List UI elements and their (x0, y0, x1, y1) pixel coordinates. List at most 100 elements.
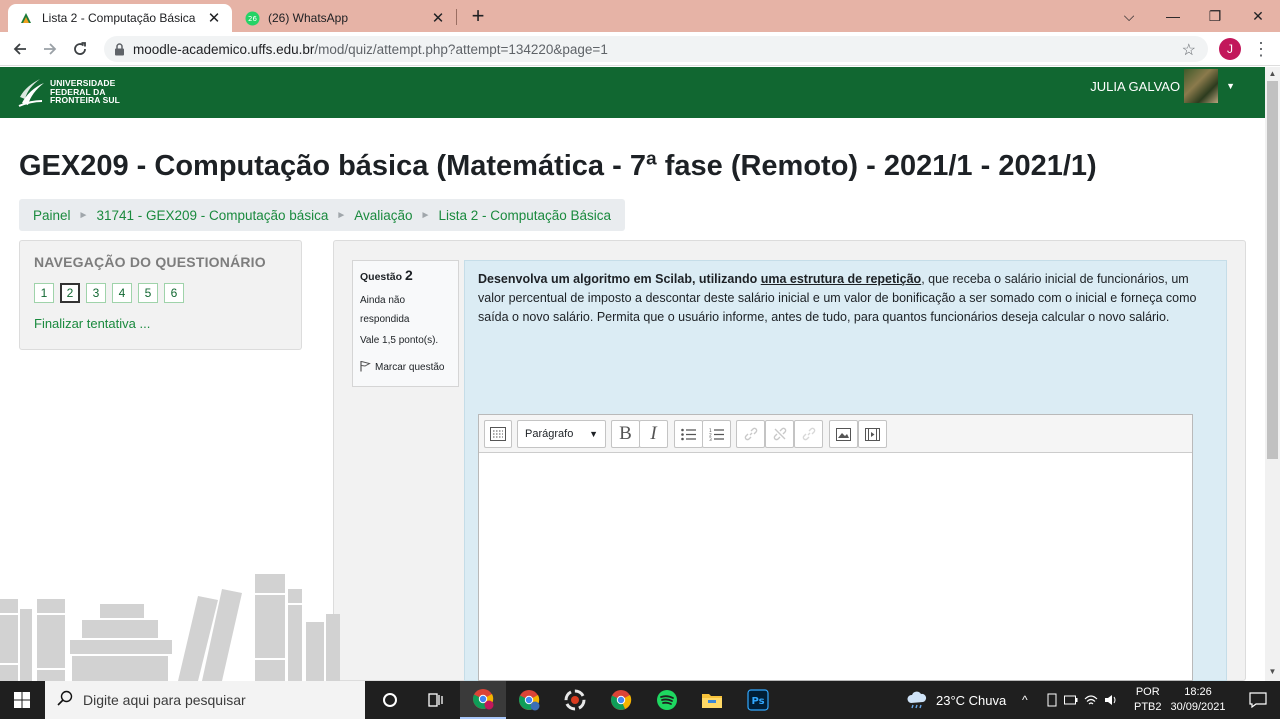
question-button-2[interactable]: 2 (60, 283, 80, 303)
photoshop-icon[interactable]: Ps (735, 681, 781, 719)
ordered-list-icon[interactable]: 123 (702, 420, 731, 448)
bookmark-star-icon[interactable]: ☆ (1182, 40, 1196, 60)
chrome-taskbar-icon[interactable] (598, 681, 644, 719)
insert-image-icon[interactable] (829, 420, 858, 448)
search-icon (57, 690, 73, 710)
question-info: Questão 2 Ainda não respondida Vale 1,5 p… (352, 260, 459, 387)
svg-text:3: 3 (709, 437, 712, 441)
clock-date: 30/09/2021 (1170, 701, 1226, 713)
restore-button[interactable]: ❐ (1193, 0, 1237, 32)
search-placeholder: Digite aqui para pesquisar (83, 692, 246, 708)
back-arrow-icon[interactable] (8, 37, 32, 61)
question-number: Questão 2 (360, 267, 413, 283)
paragraph-style-select[interactable]: Parágrafo ▼ (517, 420, 606, 448)
question-button-3[interactable]: 3 (86, 283, 106, 303)
file-explorer-icon[interactable] (689, 681, 735, 719)
svg-text:26: 26 (248, 15, 257, 23)
spotify-icon[interactable] (644, 681, 690, 719)
close-tab-icon[interactable]: ✕ (430, 9, 446, 27)
battery-icon[interactable] (1064, 695, 1078, 705)
answer-editor: Parágrafo ▼ B I 123 (478, 414, 1193, 681)
breadcrumb-quiz[interactable]: Lista 2 - Computação Básica (438, 208, 611, 223)
profile-avatar[interactable]: J (1219, 38, 1241, 60)
wifi-icon[interactable] (1084, 694, 1098, 706)
user-menu[interactable]: JULIA GALVAO ▼ (1090, 69, 1235, 103)
rain-cloud-icon (906, 691, 928, 709)
minimize-button[interactable]: — (1151, 0, 1195, 32)
question-state: Ainda não respondida (360, 295, 410, 325)
show-hidden-icons[interactable]: ^ (1022, 681, 1028, 719)
pen-icon[interactable] (1046, 693, 1058, 707)
question-button-4[interactable]: 4 (112, 283, 132, 303)
system-clock[interactable]: 18:26 30/09/2021 (1168, 685, 1228, 715)
flag-question-button[interactable]: Marcar questão (360, 360, 451, 375)
bold-button[interactable]: B (611, 420, 640, 448)
question-button-1[interactable]: 1 (34, 283, 54, 303)
unlink-icon[interactable] (765, 420, 794, 448)
breadcrumb: Painel ► 31741 - GEX209 - Computação bás… (19, 199, 626, 231)
quiz-navigation-block: NAVEGAÇÃO DO QUESTIONÁRIO 1 2 3 4 5 6 Fi… (19, 240, 302, 350)
flag-question-label: Marcar questão (375, 362, 445, 373)
volume-icon[interactable] (1104, 694, 1118, 706)
forward-arrow-icon[interactable] (38, 37, 62, 61)
logo-text: UNIVERSIDADE FEDERAL DA FRONTEIRA SUL (50, 78, 120, 106)
link-icon[interactable] (736, 420, 765, 448)
chrome-profile-taskbar-icon[interactable] (460, 681, 506, 719)
svg-text:Ps: Ps (751, 696, 764, 707)
uffs-logo-icon (18, 79, 44, 107)
scroll-down-arrow-icon[interactable]: ▼ (1265, 667, 1280, 676)
weather-widget[interactable]: 23°C Chuva (906, 681, 1006, 719)
browser-menu-icon[interactable]: ⋮ (1252, 38, 1270, 60)
close-window-button[interactable]: ✕ (1236, 0, 1280, 32)
question-button-6[interactable]: 6 (164, 283, 184, 303)
italic-button[interactable]: I (639, 420, 668, 448)
user-avatar (1184, 69, 1219, 103)
caret-down-icon: ▼ (1226, 81, 1235, 91)
breadcrumb-avaliacao[interactable]: Avaliação (354, 208, 412, 223)
creative-cloud-icon[interactable] (552, 681, 598, 719)
browser-tab-strip: Lista 2 - Computação Básica ✕ 26 (26) Wh… (0, 0, 1280, 32)
weather-text: 23°C Chuva (936, 692, 1007, 708)
finish-attempt-link[interactable]: Finalizar tentativa ... (34, 316, 150, 331)
page-scrollbar[interactable]: ▲ ▼ (1265, 67, 1280, 681)
task-view-icon[interactable] (412, 681, 458, 719)
question-text: Desenvolva um algoritmo em Scilab, utili… (478, 272, 1197, 324)
breadcrumb-separator-icon: ► (336, 209, 347, 221)
question-button-5[interactable]: 5 (138, 283, 158, 303)
editor-toolbar: Parágrafo ▼ B I 123 (479, 415, 1192, 453)
lock-icon (114, 42, 125, 56)
input-language[interactable]: POR PTB2 (1134, 685, 1162, 715)
cortana-icon[interactable] (367, 681, 413, 719)
tab-search-button[interactable]: ⌵ (1107, 0, 1151, 32)
notification-center-icon[interactable] (1236, 681, 1280, 719)
address-bar[interactable]: moodle-academico.uffs.edu.br/mod/quiz/at… (104, 36, 1208, 62)
new-tab-button[interactable]: + (466, 5, 490, 27)
system-tray-icons (1046, 681, 1118, 719)
tab-title: Lista 2 - Computação Básica (42, 11, 196, 25)
tab-title: (26) WhatsApp (268, 11, 349, 25)
tab-separator (456, 9, 457, 25)
taskbar-search-box[interactable]: Digite aqui para pesquisar (45, 681, 365, 719)
chrome-taskbar-icon-2[interactable] (506, 681, 552, 719)
scroll-up-arrow-icon[interactable]: ▲ (1265, 69, 1280, 78)
unordered-list-icon[interactable] (674, 420, 703, 448)
tab-moodle[interactable]: Lista 2 - Computação Básica ✕ (8, 4, 232, 32)
question-buttons: 1 2 3 4 5 6 (34, 283, 190, 303)
breadcrumb-painel[interactable]: Painel (33, 208, 71, 223)
autolink-icon[interactable] (794, 420, 823, 448)
toolbar-toggle-icon[interactable] (484, 420, 512, 448)
scrollbar-thumb[interactable] (1267, 81, 1278, 459)
browser-toolbar: moodle-academico.uffs.edu.br/mod/quiz/at… (0, 32, 1280, 66)
breadcrumb-course[interactable]: 31741 - GEX209 - Computação básica (96, 208, 328, 223)
reload-icon[interactable] (68, 37, 92, 61)
url-host: moodle-academico.uffs.edu.br (133, 41, 315, 57)
quiz-navigation-heading: NAVEGAÇÃO DO QUESTIONÁRIO (34, 254, 266, 270)
insert-media-icon[interactable] (858, 420, 887, 448)
flag-icon (360, 360, 371, 375)
close-tab-icon[interactable]: ✕ (206, 9, 222, 27)
tab-whatsapp[interactable]: 26 (26) WhatsApp ✕ (234, 4, 456, 32)
uffs-logo[interactable]: UNIVERSIDADE FEDERAL DA FRONTEIRA SUL (18, 77, 120, 107)
windows-start-icon[interactable] (0, 681, 44, 719)
user-name: JULIA GALVAO (1090, 78, 1181, 94)
windows-taskbar: Digite aqui para pesquisar Ps 23°C Chuva… (0, 681, 1280, 719)
